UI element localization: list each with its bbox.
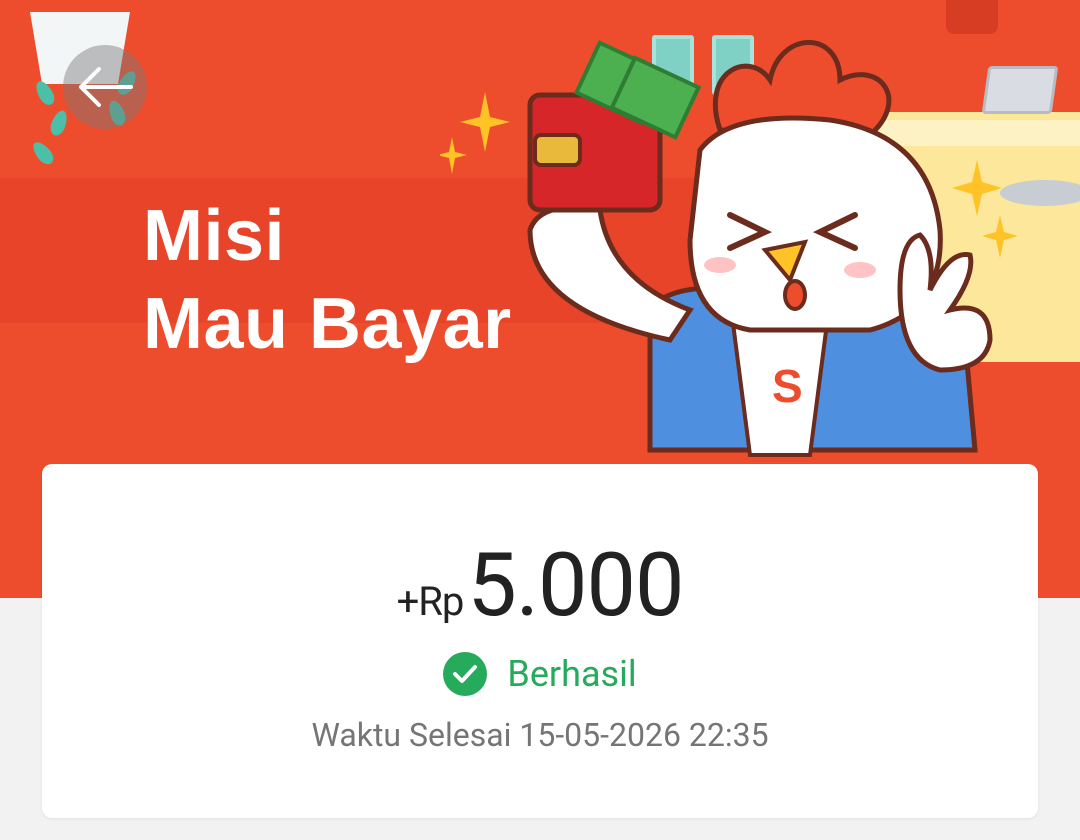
check-circle-icon (443, 652, 488, 696)
status-label: Berhasil (507, 653, 637, 695)
completion-time: Waktu Selesai 15-05-2026 22:35 (42, 716, 1038, 754)
chicken-mascot-illustration: S (527, 40, 993, 457)
reward-card: +Rp 5.000 Berhasil Waktu Selesai 15-05-2… (42, 464, 1038, 818)
leaf-decor (29, 138, 57, 168)
back-button[interactable] (63, 45, 147, 129)
svg-text:S: S (772, 360, 803, 412)
reward-amount: +Rp 5.000 (42, 534, 1038, 637)
status-row: Berhasil (42, 652, 1038, 696)
arrow-left-icon (79, 67, 133, 107)
completion-time-value: 15-05-2026 22:35 (519, 716, 769, 754)
amount-value: 5.000 (467, 534, 684, 637)
leaf-decor (47, 108, 71, 138)
completion-time-label: Waktu Selesai (311, 716, 512, 754)
amount-prefix: +Rp (396, 578, 465, 625)
